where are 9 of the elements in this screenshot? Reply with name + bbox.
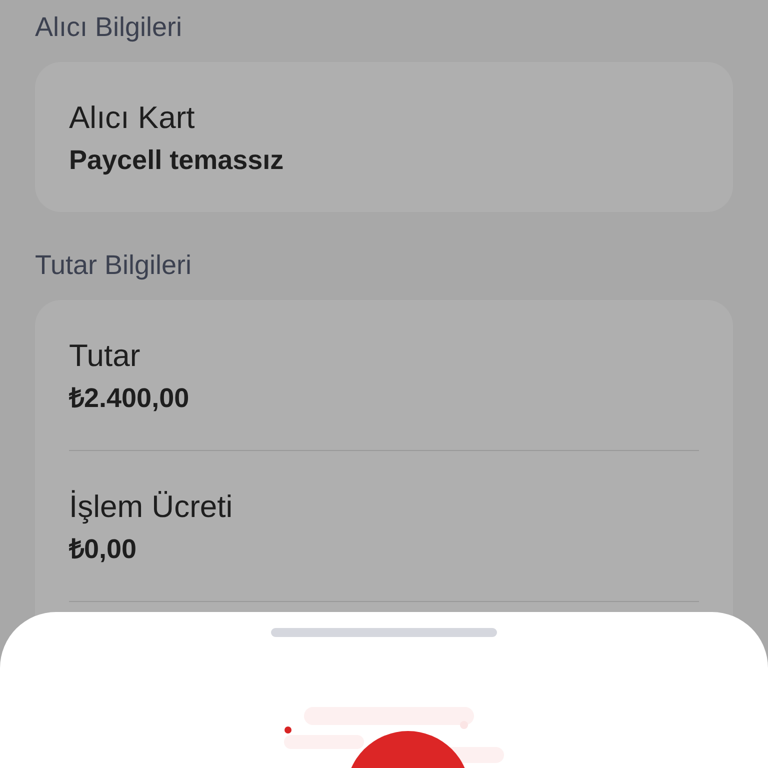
field-label: Tutar <box>69 337 142 375</box>
section-title: Alıcı Bilgileri <box>35 11 184 44</box>
field-value: ₺0,00 <box>69 533 138 566</box>
field-label: Alıcı Kart <box>69 99 196 137</box>
section-title: Tutar Bilgileri <box>35 249 193 282</box>
field-value: Paycell temassız <box>69 144 285 177</box>
field-value: ₺2.400,00 <box>69 382 190 415</box>
field-label: İşlem Ücreti <box>69 488 234 526</box>
drag-handle[interactable] <box>271 628 497 637</box>
